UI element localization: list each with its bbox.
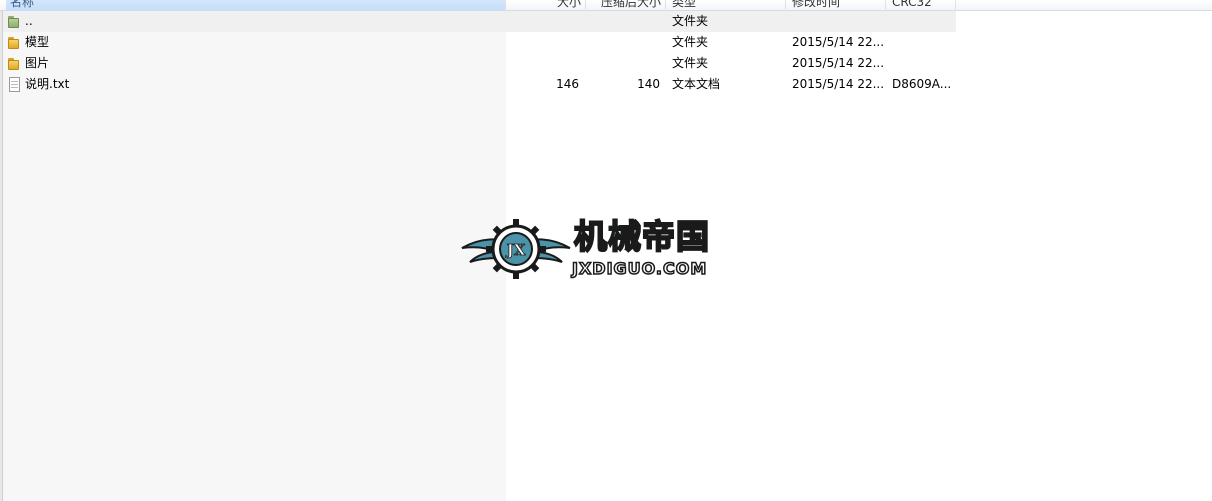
file-crc32: D8609A...	[892, 77, 952, 91]
file-row-parent[interactable]: .. 文件夹	[3, 11, 956, 32]
file-name-cell: 图片	[7, 53, 502, 74]
file-modified	[792, 11, 887, 32]
file-packed-size	[586, 53, 660, 74]
folder-up-icon	[7, 15, 21, 29]
file-crc32	[892, 32, 956, 53]
file-row[interactable]: 模型 文件夹 2015/5/14 22...	[3, 32, 956, 53]
file-size	[506, 11, 579, 32]
file-name: ..	[25, 14, 33, 28]
emblem-text: JX	[505, 241, 526, 259]
file-modified: 2015/5/14 22...	[792, 56, 885, 70]
file-type: 文件夹	[672, 35, 709, 49]
file-type: 文件夹	[672, 56, 709, 70]
file-type: 文件夹	[672, 14, 709, 28]
column-header-modified[interactable]: 修改时间	[786, 0, 886, 11]
archive-window: 名称 大小 压缩后大小 类型 修改时间 CRC32 .. 文件夹 模型 文件夹 …	[0, 0, 1212, 501]
folder-icon	[7, 36, 21, 50]
winged-gear-icon: JX	[461, 219, 571, 279]
file-name-cell: 说明.txt	[7, 74, 502, 95]
folder-icon	[7, 57, 21, 71]
text-file-icon	[7, 76, 21, 93]
file-type: 文本文档	[672, 77, 721, 91]
file-modified: 2015/5/14 22...	[792, 35, 885, 49]
file-name: 模型	[25, 35, 50, 49]
file-name-cell: ..	[7, 11, 502, 32]
column-header-size[interactable]: 大小	[506, 0, 586, 11]
watermark-logo: JX 机械帝国 JXDIGUO.COM	[460, 216, 755, 282]
file-packed-size	[586, 11, 660, 32]
column-header-type[interactable]: 类型	[666, 0, 786, 11]
file-name: 图片	[25, 56, 50, 70]
file-size	[506, 53, 579, 74]
file-size: 146	[556, 77, 579, 91]
file-packed-size	[586, 32, 660, 53]
column-header-packed-size[interactable]: 压缩后大小	[586, 0, 666, 11]
file-size	[506, 32, 579, 53]
file-modified: 2015/5/14 22...	[792, 77, 885, 91]
file-name-cell: 模型	[7, 32, 502, 53]
file-crc32	[892, 53, 956, 74]
file-packed-size: 140	[637, 77, 660, 91]
file-row[interactable]: 图片 文件夹 2015/5/14 22...	[3, 53, 956, 74]
file-row[interactable]: 说明.txt 146 140 文本文档 2015/5/14 22... D860…	[3, 74, 956, 95]
column-header-bar: 名称 大小 压缩后大小 类型 修改时间 CRC32	[0, 0, 1212, 11]
column-header-name[interactable]: 名称	[6, 0, 506, 11]
file-crc32	[892, 11, 956, 32]
watermark-title: 机械帝国	[573, 217, 710, 257]
watermark-url: JXDIGUO.COM	[571, 258, 708, 279]
column-header-crc32[interactable]: CRC32	[886, 0, 956, 11]
file-name: 说明.txt	[25, 77, 70, 91]
